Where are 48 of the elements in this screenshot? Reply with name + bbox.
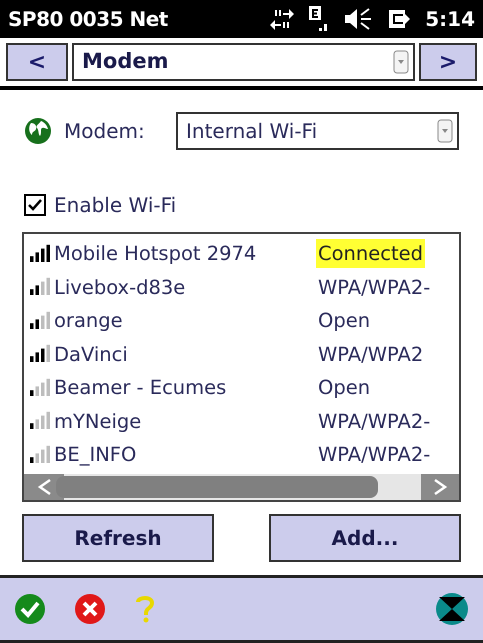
network-security: WPA/WPA2- [317, 274, 432, 301]
network-row[interactable]: DaVinci WPA/WPA2 [24, 338, 459, 371]
modem-label: Modem: [64, 118, 146, 145]
network-row[interactable]: Livebox-d83e WPA/WPA2- [24, 270, 459, 304]
horizontal-scrollbar[interactable] [24, 474, 459, 500]
signal-icon [28, 411, 52, 432]
cancel-icon[interactable] [74, 593, 106, 625]
network-security: Open [317, 375, 372, 402]
connection-type-dropdown[interactable]: Internal Wi-Fi [176, 112, 459, 150]
signal-icon [28, 277, 52, 298]
network-row[interactable]: BE_INFO WPA/WPA2- [24, 438, 459, 472]
network-security: WPA/WPA2 [317, 342, 424, 368]
network-row[interactable]: orange Open [24, 304, 459, 338]
scroll-right-icon[interactable] [421, 474, 459, 500]
ok-check-icon[interactable] [14, 593, 46, 625]
page-dropdown[interactable]: Modem [72, 43, 415, 81]
enable-wifi-label: Enable Wi-Fi [54, 192, 176, 219]
network-security: Connected [316, 239, 426, 268]
network-security: WPA/WPA2- [317, 442, 432, 468]
network-name: Livebox-d83e [54, 274, 186, 301]
add-button[interactable]: Add... [269, 514, 461, 562]
connection-icon[interactable] [435, 592, 469, 626]
network-row[interactable]: mYNeige WPA/WPA2- [24, 404, 459, 438]
scroll-thumb[interactable] [56, 476, 378, 498]
sync-arrows-icon [269, 6, 296, 32]
signal-icon [28, 310, 52, 331]
signal-icon [28, 244, 52, 264]
network-security: Open [317, 308, 372, 334]
refresh-button[interactable]: Refresh [22, 514, 214, 562]
signal-icon [28, 444, 52, 465]
network-name: BE_INFO [54, 442, 138, 468]
device-title: SP80 0035 Net [8, 6, 168, 33]
network-name: Beamer - Ecumes [54, 375, 228, 402]
network-name: DaVinci [54, 342, 129, 368]
next-button[interactable]: > [419, 43, 477, 81]
network-row[interactable]: Beamer - Ecumes Open [24, 371, 459, 404]
network-name: orange [54, 308, 124, 334]
speaker-icon [343, 6, 374, 32]
signal-icon [28, 378, 52, 398]
network-name: Mobile Hotspot 2974 [54, 241, 258, 268]
network-name: mYNeige [54, 408, 142, 435]
clock-time: 5:14 [425, 6, 475, 33]
checkmark-icon [27, 198, 43, 212]
enable-wifi-checkbox[interactable] [24, 194, 46, 216]
network-row[interactable]: Mobile Hotspot 2974 Connected [24, 237, 459, 270]
network-security: WPA/WPA2- [317, 408, 432, 435]
previous-button[interactable]: < [6, 43, 68, 81]
signal-icon [28, 344, 52, 364]
